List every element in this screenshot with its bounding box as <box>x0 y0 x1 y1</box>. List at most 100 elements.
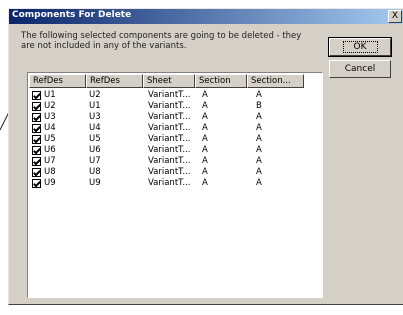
cell-text: U5 <box>89 134 101 144</box>
table-row[interactable]: U4 U4 VariantT... A A <box>30 123 313 134</box>
table-cell: U8 <box>87 167 146 178</box>
cell-text: U5 <box>44 134 56 144</box>
cell-text: VariantT... <box>148 101 191 111</box>
table-cell: U5 <box>30 134 87 145</box>
table-cell: A <box>200 145 254 156</box>
table-cell: VariantT... <box>146 123 200 134</box>
cell-text: U8 <box>89 167 101 177</box>
components-list[interactable]: RefDes RefDes Sheet Section Section... U… <box>27 72 323 298</box>
table-cell: VariantT... <box>146 101 200 112</box>
row-checkbox[interactable] <box>32 102 41 111</box>
column-header-section[interactable]: Section <box>195 74 247 88</box>
dialog-title: Components For Delete <box>12 10 132 20</box>
row-checkbox[interactable] <box>32 179 41 188</box>
row-checkbox[interactable] <box>32 113 41 122</box>
cell-text: U1 <box>44 90 56 100</box>
table-cell: U6 <box>30 145 87 156</box>
cell-text: VariantT... <box>148 90 191 100</box>
table-cell: A <box>200 101 254 112</box>
table-cell: A <box>200 167 254 178</box>
cell-text: U3 <box>89 112 101 122</box>
table-cell: A <box>200 156 254 167</box>
table-cell: A <box>200 134 254 145</box>
cell-text: VariantT... <box>148 123 191 133</box>
table-cell: U1 <box>30 90 87 101</box>
table-cell: U4 <box>30 123 87 134</box>
cell-text: U7 <box>89 156 101 166</box>
table-row[interactable]: U7 U7 VariantT... A A <box>30 156 313 167</box>
table-row[interactable]: U9 U9 VariantT... A A <box>30 178 313 189</box>
cell-text: U2 <box>89 90 101 100</box>
cell-text: B <box>256 101 262 111</box>
table-row[interactable]: U2 U1 VariantT... A B <box>30 101 313 112</box>
column-header-sheet[interactable]: Sheet <box>143 74 195 88</box>
column-header-refdes-2[interactable]: RefDes <box>86 74 143 88</box>
table-cell: VariantT... <box>146 145 200 156</box>
table-cell: U2 <box>87 90 146 101</box>
cell-text: VariantT... <box>148 167 191 177</box>
column-header-section-2[interactable]: Section... <box>247 74 304 88</box>
table-cell: U9 <box>87 178 146 189</box>
cell-text: A <box>202 134 208 144</box>
table-cell: U7 <box>87 156 146 167</box>
column-header-refdes[interactable]: RefDes <box>29 74 86 88</box>
table-cell: VariantT... <box>146 156 200 167</box>
delete-message: The following selected components are go… <box>21 31 302 51</box>
table-cell: A <box>254 90 313 101</box>
row-checkbox[interactable] <box>32 124 41 133</box>
table-cell: A <box>254 167 313 178</box>
cell-text: U3 <box>44 112 56 122</box>
table-cell: A <box>254 134 313 145</box>
cell-text: U7 <box>44 156 56 166</box>
table-row[interactable]: U1 U2 VariantT... A A <box>30 90 313 101</box>
row-checkbox[interactable] <box>32 157 41 166</box>
table-cell: A <box>254 123 313 134</box>
cell-text: A <box>256 178 262 188</box>
table-cell: VariantT... <box>146 90 200 101</box>
table-cell: U1 <box>87 101 146 112</box>
table-row[interactable]: U6 U6 VariantT... A A <box>30 145 313 156</box>
list-header: RefDes RefDes Sheet Section Section... <box>29 74 304 88</box>
table-cell: U7 <box>30 156 87 167</box>
table-row[interactable]: U3 U3 VariantT... A A <box>30 112 313 123</box>
cell-text: U4 <box>89 123 101 133</box>
ok-button-label: OK <box>342 41 378 53</box>
close-icon[interactable]: X <box>388 10 402 23</box>
row-checkbox[interactable] <box>32 168 41 177</box>
cell-text: U1 <box>89 101 101 111</box>
table-cell: U9 <box>30 178 87 189</box>
cell-text: A <box>202 101 208 111</box>
components-for-delete-dialog: Components For Delete X The following se… <box>8 8 403 305</box>
cell-text: A <box>202 156 208 166</box>
table-cell: U4 <box>87 123 146 134</box>
cell-text: VariantT... <box>148 178 191 188</box>
table-cell: A <box>254 156 313 167</box>
table-cell: U2 <box>30 101 87 112</box>
table-cell: A <box>200 90 254 101</box>
cell-text: A <box>202 178 208 188</box>
cell-text: U2 <box>44 101 56 111</box>
cell-text: A <box>202 167 208 177</box>
table-cell: A <box>254 178 313 189</box>
table-cell: B <box>254 101 313 112</box>
ok-button[interactable]: OK <box>328 37 392 57</box>
cancel-button[interactable]: Cancel <box>329 60 391 78</box>
cell-text: A <box>256 112 262 122</box>
table-row[interactable]: U8 U8 VariantT... A A <box>30 167 313 178</box>
table-cell: U8 <box>30 167 87 178</box>
table-cell: VariantT... <box>146 112 200 123</box>
row-checkbox[interactable] <box>32 146 41 155</box>
table-row[interactable]: U5 U5 VariantT... A A <box>30 134 313 145</box>
row-checkbox[interactable] <box>32 91 41 100</box>
cell-text: A <box>202 145 208 155</box>
cell-text: VariantT... <box>148 145 191 155</box>
table-cell: VariantT... <box>146 134 200 145</box>
table-cell: U3 <box>30 112 87 123</box>
cell-text: VariantT... <box>148 112 191 122</box>
cell-text: A <box>256 145 262 155</box>
row-checkbox[interactable] <box>32 135 41 144</box>
table-cell: A <box>254 145 313 156</box>
cell-text: A <box>256 123 262 133</box>
cell-text: A <box>256 90 262 100</box>
cell-text: U9 <box>44 178 56 188</box>
